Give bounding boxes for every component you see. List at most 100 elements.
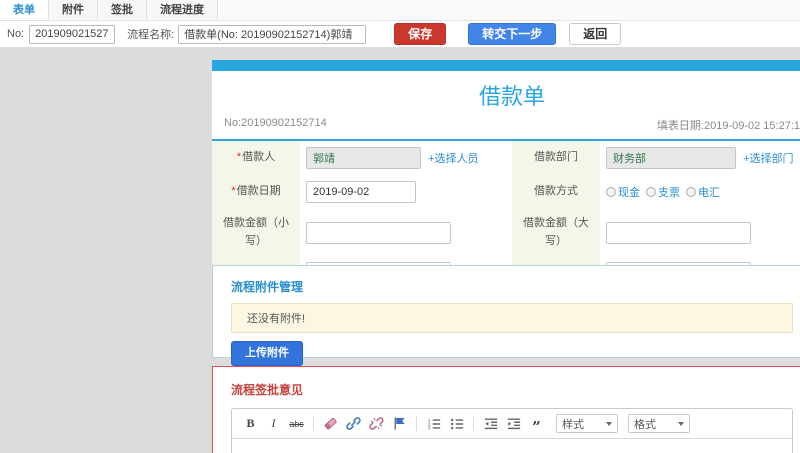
process-name-input[interactable] (178, 24, 367, 44)
italic-icon: I (271, 416, 276, 430)
amount-big-field-cell (600, 209, 800, 256)
link-icon (346, 417, 361, 430)
radio-label-cash: 现金 (618, 187, 640, 199)
numbered-list-button[interactable]: 123 (424, 415, 443, 433)
radio-icon[interactable] (646, 187, 656, 197)
chevron-down-icon (606, 421, 612, 426)
unlink-icon (369, 417, 384, 430)
blockquote-button[interactable]: ” (527, 415, 546, 436)
tab-bar: 表单 附件 签批 流程进度 (0, 0, 800, 21)
decrease-indent-button[interactable] (481, 415, 500, 433)
strikethrough-button[interactable]: abc (287, 415, 306, 433)
table-row: 借款金额（小写） 借款金额（大写） (212, 209, 800, 257)
amount-big-input[interactable] (606, 221, 751, 244)
radio-label-wire: 电汇 (698, 187, 720, 199)
loan-date-label: 借款日期 (236, 185, 281, 198)
back-button[interactable]: 返回 (569, 22, 622, 46)
loan-date-field-cell (300, 175, 512, 209)
styles-dropdown-label: 样式 (562, 418, 584, 431)
outdent-icon (484, 417, 497, 429)
process-name-label: 流程名称: (127, 29, 175, 41)
required-mark: * (231, 185, 236, 198)
upload-attachment-button[interactable]: 上传附件 (231, 341, 303, 367)
numbered-list-icon: 123 (427, 417, 440, 431)
select-department-link[interactable]: +选择部门 (743, 153, 793, 165)
select-person-link[interactable]: +选择人员 (428, 153, 478, 165)
editor-toolbar: B I abc 123 ” 样式 格式 (232, 409, 792, 439)
borrower-input[interactable] (306, 147, 421, 169)
chevron-down-icon (678, 421, 684, 426)
tab-attachment[interactable]: 附件 (49, 0, 98, 20)
svg-text:3: 3 (427, 425, 430, 430)
flag-icon (394, 417, 405, 430)
italic-button[interactable]: I (264, 415, 283, 433)
no-input[interactable] (29, 24, 116, 44)
department-field-cell: +选择部门 (600, 141, 800, 175)
loan-method-field-cell: 现金 支票 电汇 (600, 175, 800, 209)
table-row: *借款人 +选择人员 借款部门 +选择部门 (212, 141, 800, 175)
tab-approval[interactable]: 签批 (98, 0, 147, 20)
toolbar-separator (416, 416, 417, 431)
bold-button[interactable]: B (241, 415, 260, 433)
attachment-heading: 流程附件管理 (231, 280, 304, 294)
strikethrough-icon: abc (289, 418, 304, 429)
loan-method-label: 借款方式 (534, 185, 578, 198)
rich-text-editor: B I abc 123 ” 样式 格式 (231, 408, 793, 453)
table-row: *借款日期 借款方式 现金 支票 电汇 (212, 175, 800, 209)
borrower-field-cell: +选择人员 (300, 141, 512, 175)
loan-method-label-cell: 借款方式 (512, 175, 600, 209)
bulleted-list-icon (450, 418, 463, 429)
forward-next-step-button[interactable]: 转交下一步 (468, 22, 557, 46)
toolbar-separator (473, 416, 474, 431)
bulleted-list-button[interactable] (447, 415, 466, 433)
department-label: 借款部门 (534, 151, 578, 164)
form-meta-row: No:20190902152714 填表日期:2019-09-02 15:27:… (212, 114, 800, 139)
styles-dropdown[interactable]: 样式 (556, 414, 618, 433)
radio-icon[interactable] (686, 187, 696, 197)
amount-small-label-cell: 借款金额（小写） (212, 209, 300, 257)
radio-option-cash[interactable]: 现金 (606, 184, 640, 200)
eraser-icon (324, 417, 337, 430)
editor-content-area[interactable] (232, 439, 792, 453)
radio-icon[interactable] (606, 187, 616, 197)
loan-form-panel: 借款单 No:20190902152714 填表日期:2019-09-02 15… (212, 60, 800, 295)
required-mark: * (236, 151, 242, 164)
borrower-label-cell: *借款人 (212, 141, 300, 175)
link-button[interactable] (344, 415, 363, 433)
radio-label-cheque: 支票 (658, 187, 680, 199)
amount-small-input[interactable] (306, 221, 451, 244)
remove-format-button[interactable] (321, 415, 340, 433)
unlink-button[interactable] (367, 415, 386, 433)
toolbar-separator (313, 416, 314, 431)
borrower-label: 借款人 (242, 151, 276, 164)
approval-opinion-panel: 流程签批意见 B I abc 123 ” 样式 格式 (212, 366, 800, 453)
loan-method-radio-group: 现金 支票 电汇 (606, 184, 800, 200)
anchor-button[interactable] (390, 415, 409, 433)
format-dropdown[interactable]: 格式 (628, 414, 690, 433)
department-input[interactable] (606, 147, 736, 169)
no-attachment-message: 还没有附件! (231, 303, 793, 333)
save-button[interactable]: 保存 (394, 22, 447, 46)
command-bar: No: 流程名称: 保存 转交下一步 返回 (0, 21, 800, 48)
amount-small-label: 借款金额（小写） (223, 217, 289, 247)
amount-big-label: 借款金额（大写） (523, 217, 589, 247)
increase-indent-button[interactable] (504, 415, 523, 433)
radio-option-wire[interactable]: 电汇 (686, 184, 720, 200)
attachment-panel: 流程附件管理 还没有附件! 上传附件 (212, 265, 800, 367)
form-date-text: 填表日期:2019-09-02 15:27:1 (656, 120, 800, 132)
loan-date-input[interactable] (306, 181, 416, 203)
loan-date-label-cell: *借款日期 (212, 175, 300, 209)
radio-option-cheque[interactable]: 支票 (646, 184, 680, 200)
form-no-text: No:20190902152714 (224, 117, 327, 129)
amount-big-label-cell: 借款金额（大写） (512, 209, 600, 257)
tab-form[interactable]: 表单 (0, 0, 49, 20)
indent-icon (507, 417, 520, 429)
approval-heading: 流程签批意见 (231, 383, 304, 397)
bold-icon: B (246, 416, 255, 430)
blockquote-icon: ” (532, 417, 541, 436)
department-label-cell: 借款部门 (512, 141, 600, 175)
no-label: No: (7, 28, 25, 40)
tab-process-progress[interactable]: 流程进度 (147, 0, 218, 20)
form-top-bar (212, 60, 800, 71)
amount-small-field-cell (300, 209, 512, 256)
